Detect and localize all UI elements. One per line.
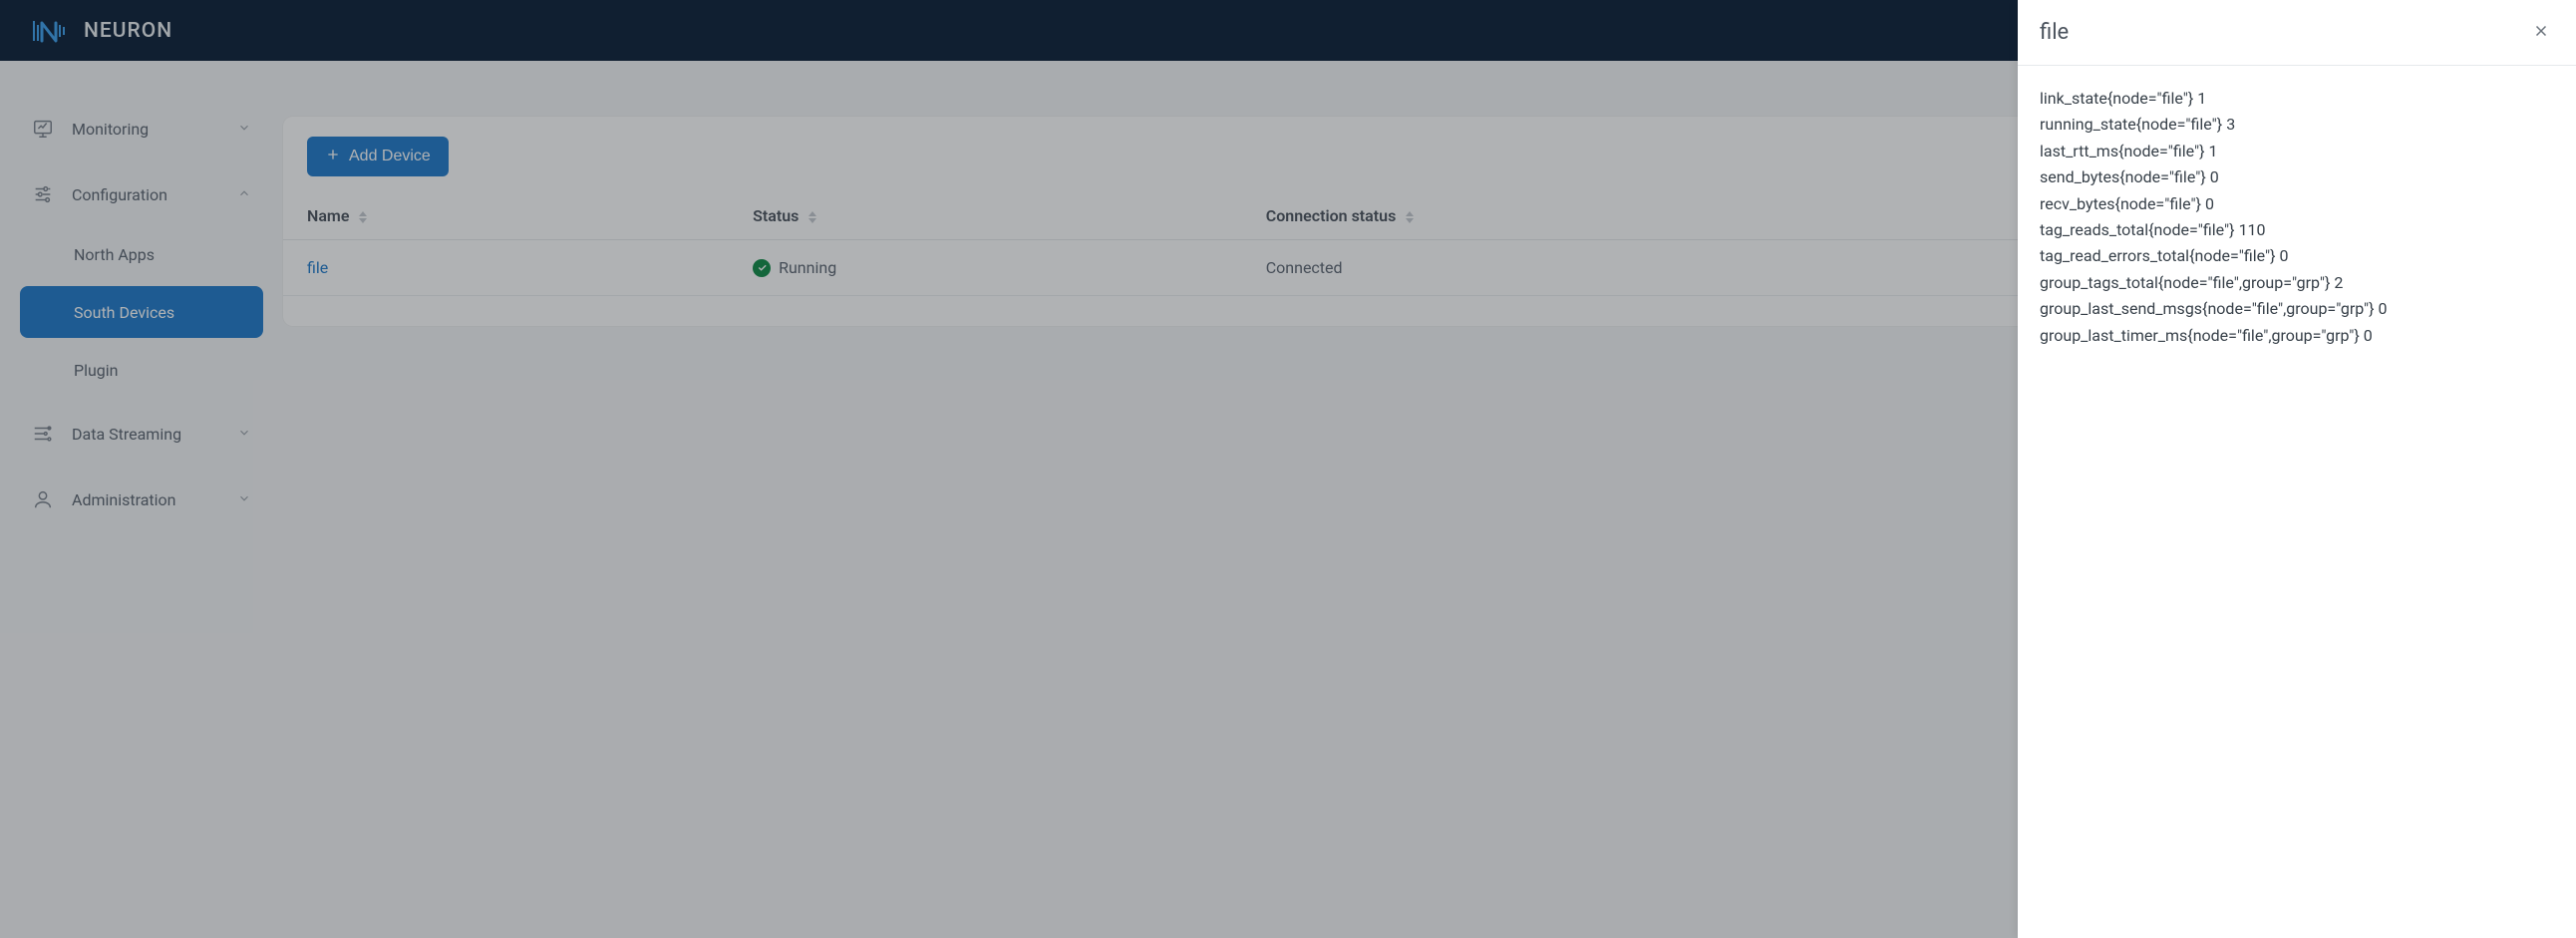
plus-icon	[325, 147, 341, 167]
col-label: Connection status	[1266, 206, 1397, 225]
col-label: Name	[307, 206, 349, 225]
metric-line: tag_reads_total{node="file"} 110	[2040, 217, 2554, 243]
col-connection[interactable]: Connection status	[1254, 192, 2074, 240]
metric-line: group_tags_total{node="file",group="grp"…	[2040, 270, 2554, 296]
close-icon	[2532, 28, 2550, 43]
metric-line: last_rtt_ms{node="file"} 1	[2040, 139, 2554, 164]
sidebar-item-label: North Apps	[74, 245, 155, 264]
sidebar-item-label: Data Streaming	[72, 425, 181, 444]
sidebar-item-south-devices[interactable]: South Devices	[20, 286, 263, 338]
add-device-button[interactable]: Add Device	[307, 137, 449, 176]
sidebar: Monitoring	[0, 61, 283, 938]
sort-icon	[808, 211, 816, 223]
metric-line: group_last_timer_ms{node="file",group="g…	[2040, 323, 2554, 349]
drawer-title: file	[2040, 20, 2069, 45]
status-text: Running	[779, 258, 836, 277]
brand-logo-icon	[30, 17, 70, 45]
sidebar-item-monitoring[interactable]: Monitoring	[20, 101, 263, 156]
metric-line: send_bytes{node="file"} 0	[2040, 164, 2554, 190]
col-name[interactable]: Name	[283, 192, 741, 240]
sidebar-item-administration[interactable]: Administration	[20, 471, 263, 527]
sidebar-item-plugin[interactable]: Plugin	[20, 344, 263, 396]
chevron-down-icon	[237, 120, 251, 139]
metric-line: recv_bytes{node="file"} 0	[2040, 191, 2554, 217]
sidebar-item-label: South Devices	[74, 303, 174, 322]
user-icon	[32, 488, 54, 510]
close-button[interactable]	[2528, 18, 2554, 47]
metric-line: link_state{node="file"} 1	[2040, 86, 2554, 112]
monitor-icon	[32, 118, 54, 140]
chevron-down-icon	[237, 425, 251, 444]
brand-name: NEURON	[84, 19, 172, 43]
sidebar-item-label: Administration	[72, 490, 176, 509]
chevron-down-icon	[237, 490, 251, 509]
connection-text: Connected	[1266, 258, 1343, 277]
sidebar-item-label: Monitoring	[72, 120, 149, 139]
sidebar-item-label: Plugin	[74, 361, 119, 380]
sidebar-item-label: Configuration	[72, 185, 167, 204]
stream-icon	[32, 423, 54, 445]
metric-line: group_last_send_msgs{node="file",group="…	[2040, 296, 2554, 322]
check-circle-icon	[753, 259, 771, 277]
sidebar-item-configuration[interactable]: Configuration	[20, 166, 263, 222]
drawer-body: link_state{node="file"} 1running_state{n…	[2018, 66, 2576, 938]
sort-icon	[359, 211, 367, 223]
sidebar-item-data-streaming[interactable]: Data Streaming	[20, 406, 263, 462]
chevron-up-icon	[237, 185, 251, 204]
button-label: Add Device	[349, 148, 431, 165]
status-cell: Running	[753, 258, 836, 277]
metric-line: running_state{node="file"} 3	[2040, 112, 2554, 138]
col-status[interactable]: Status	[741, 192, 1254, 240]
details-drawer: file link_state{node="file"} 1running_st…	[2018, 0, 2576, 938]
sliders-icon	[32, 183, 54, 205]
device-name-link[interactable]: file	[307, 258, 328, 277]
sort-icon	[1406, 211, 1414, 223]
sidebar-item-north-apps[interactable]: North Apps	[20, 228, 263, 280]
col-label: Status	[753, 206, 799, 225]
metric-line: tag_read_errors_total{node="file"} 0	[2040, 243, 2554, 269]
